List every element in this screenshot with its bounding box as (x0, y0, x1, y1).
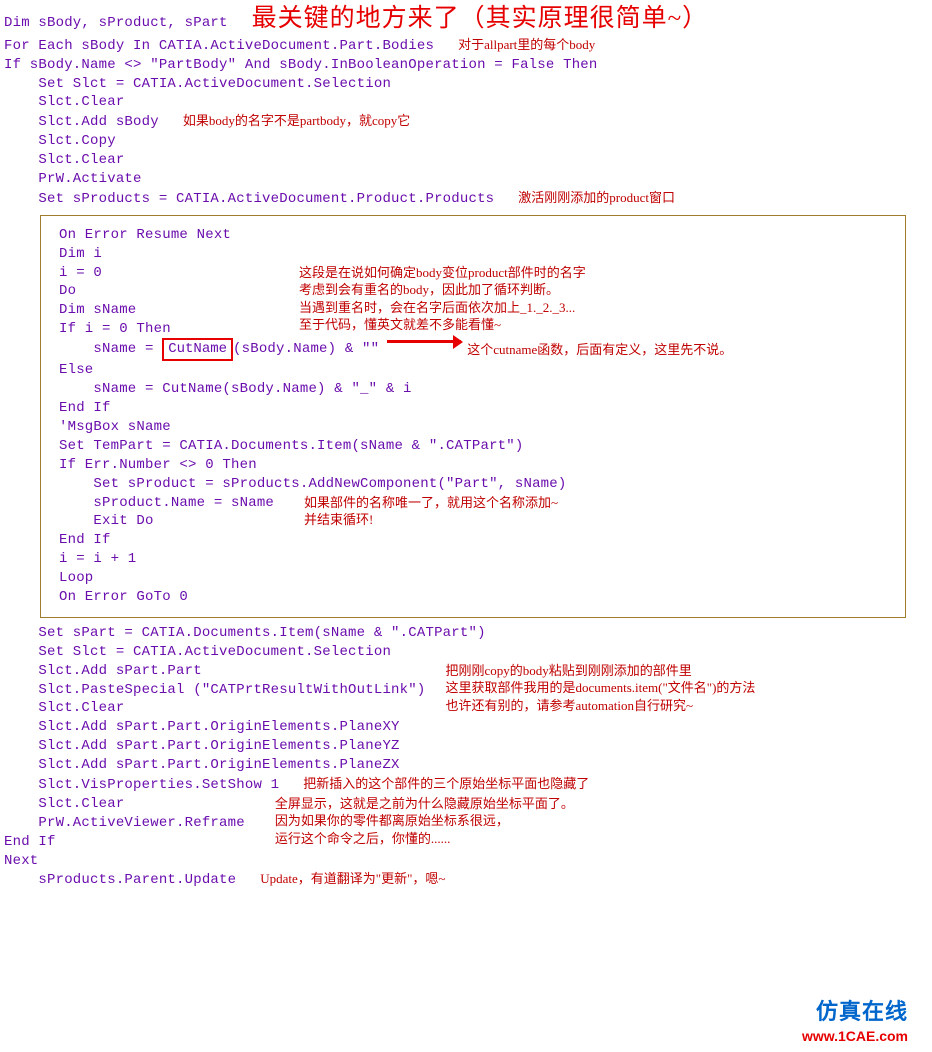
annotation: 因为如果你的零件都离原始坐标系很远， (275, 812, 574, 830)
code-line: Slct.Clear (4, 795, 245, 814)
annotation: 全屏显示，这就是之前为什么隐藏原始坐标平面了。 (275, 795, 574, 813)
code-line: Slct.Clear (4, 151, 928, 170)
code-line: Set Slct = CATIA.ActiveDocument.Selectio… (4, 75, 928, 94)
logo-text-bottom: www.1CAE.com (802, 1027, 908, 1046)
code-line: sProduct.Name = sName (59, 494, 274, 513)
code-line: Set Slct = CATIA.ActiveDocument.Selectio… (4, 643, 928, 662)
code-line: Slct.Add sPart.Part.OriginElements.Plane… (4, 718, 928, 737)
logo-text-top: 仿真在线 (802, 997, 908, 1027)
highlighted-block: On Error Resume Next Dim i i = 0 这段是在说如何… (40, 215, 906, 618)
code-line: Slct.Add sBody (4, 113, 159, 132)
code-line: On Error GoTo 0 (59, 588, 891, 607)
code-line: Set sPart = CATIA.Documents.Item(sName &… (4, 624, 928, 643)
code-line: End If (59, 399, 891, 418)
code-line: sProducts.Parent.Update (4, 871, 236, 890)
code-line: Slct.Clear (4, 93, 928, 112)
code-line: Next (4, 852, 928, 871)
annotation: 这里获取部件我用的是documents.item("文件名")的方法 (445, 679, 755, 697)
annotation: 当遇到重名时，会在名字后面依次加上_1._2._3... (299, 299, 586, 317)
code-line: Slct.Add sPart.Part.OriginElements.Plane… (4, 756, 928, 775)
code-line: End If (4, 833, 245, 852)
annotation: 至于代码，懂英文就差不多能看懂~ (299, 316, 586, 334)
annotation: 也许还有别的，请参考automation自行研究~ (445, 697, 755, 715)
code-line: Slct.VisProperties.SetShow 1 (4, 776, 279, 795)
annotation: Update，有道翻译为"更新"，嗯~ (260, 870, 445, 888)
annotation: 对于allpart里的每个body (458, 36, 595, 54)
code-line: Slct.Copy (4, 132, 928, 151)
code-line: Dim sBody, sProduct, sPart (4, 14, 228, 33)
code-line: PrW.Activate (4, 170, 928, 189)
code-line: Exit Do (59, 512, 274, 531)
code-line: sName = (59, 340, 162, 359)
code-line: PrW.ActiveViewer.Reframe (4, 814, 245, 833)
code-line: Dim i (59, 245, 891, 264)
code-line: Loop (59, 569, 891, 588)
code-line: Set sProduct = sProducts.AddNewComponent… (59, 475, 891, 494)
code-line: On Error Resume Next (59, 226, 891, 245)
code-line: If sBody.Name <> "PartBody" And sBody.In… (4, 56, 928, 75)
title-note: 最关键的地方来了（其实原理很简单~） (252, 2, 709, 36)
annotation: 如果body的名字不是partbody，就copy它 (183, 112, 410, 130)
code-line: 'MsgBox sName (59, 418, 891, 437)
annotation: 把新插入的这个部件的三个原始坐标平面也隐藏了 (303, 775, 589, 793)
site-logo: 仿真在线 www.1CAE.com (802, 997, 908, 1046)
code-line: i = i + 1 (59, 550, 891, 569)
code-line: If Err.Number <> 0 Then (59, 456, 891, 475)
annotation: 这段是在说如何确定body变位product部件时的名字 (299, 264, 586, 282)
code-line: Slct.Add sPart.Part.OriginElements.Plane… (4, 737, 928, 756)
annotation: 考虑到会有重名的body，因此加了循环判断。 (299, 281, 586, 299)
annotation: 激活刚刚添加的product窗口 (518, 189, 675, 207)
annotation: 把刚刚copy的body粘贴到刚刚添加的部件里 (445, 662, 755, 680)
annotation: 运行这个命令之后，你懂的...... (275, 830, 574, 848)
code-line: Else (59, 361, 891, 380)
code-line: Slct.Add sPart.Part (4, 662, 425, 681)
code-line: Set TemPart = CATIA.Documents.Item(sName… (59, 437, 891, 456)
code-line: Slct.Clear (4, 699, 425, 718)
annotation: 并结束循环! (304, 511, 558, 529)
arrow-icon (387, 340, 461, 351)
code-line: (sBody.Name) & "" (233, 340, 379, 359)
code-line: Slct.PasteSpecial ("CATPrtResultWithOutL… (4, 681, 425, 700)
code-line: sName = CutName(sBody.Name) & "_" & i (59, 380, 891, 399)
code-line: Set sProducts = CATIA.ActiveDocument.Pro… (4, 190, 494, 209)
cutname-highlight: CutName (162, 338, 233, 361)
code-line: End If (59, 531, 891, 550)
annotation: 如果部件的名称唯一了，就用这个名称添加~ (304, 494, 558, 512)
code-line: For Each sBody In CATIA.ActiveDocument.P… (4, 37, 434, 56)
annotation: 这个cutname函数，后面有定义，这里先不说。 (467, 341, 732, 359)
